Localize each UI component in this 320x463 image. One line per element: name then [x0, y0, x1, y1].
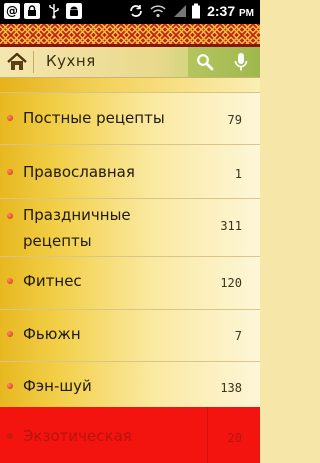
list-item-count: 311	[220, 219, 242, 233]
clock-suffix: PM	[239, 8, 254, 19]
bullet-icon	[7, 213, 13, 219]
list-item[interactable]: Праздничные рецепты 311	[0, 199, 260, 257]
lock-icon	[24, 3, 40, 19]
signal-icon	[172, 3, 188, 19]
sync-icon	[128, 3, 144, 19]
clock: 2:37 PM	[207, 3, 254, 19]
list-item-count: 120	[220, 276, 242, 290]
action-bar: Кухня	[0, 47, 260, 78]
battery-icon	[188, 3, 204, 19]
list-item-label: Постные рецепты	[23, 109, 165, 127]
bullet-icon	[7, 433, 13, 439]
list-item-count: 20	[227, 431, 242, 445]
bullet-icon	[7, 115, 13, 121]
bullet-icon	[7, 278, 13, 284]
list-item[interactable]: Постные рецепты 79	[0, 93, 260, 145]
list-item-count: 79	[227, 113, 242, 127]
list-item-label: Экзотическая	[23, 427, 132, 445]
bullet-icon	[7, 331, 13, 337]
status-bar: @ 2:37 PM	[0, 0, 260, 24]
usb-icon	[46, 3, 62, 19]
home-button[interactable]	[4, 50, 30, 74]
selected-row-divider	[207, 407, 208, 463]
list-item-label: Фитнес	[23, 272, 82, 290]
list-top-edge	[0, 78, 260, 93]
clock-time: 2:37	[207, 3, 236, 19]
list-item-count: 1	[234, 167, 242, 181]
at-sign-icon: @	[4, 3, 20, 19]
home-icon	[7, 52, 27, 70]
list-item-count: 138	[220, 381, 242, 395]
list-item[interactable]: Фитнес 120	[0, 257, 260, 310]
search-icon	[197, 54, 214, 71]
list-item[interactable]: Фьюжн 7	[0, 310, 260, 362]
action-bar-divider	[33, 51, 34, 73]
search-button[interactable]	[193, 50, 217, 74]
bullet-icon	[7, 169, 13, 175]
list-item-label: Праздничные рецепты	[23, 206, 131, 250]
android-icon	[66, 3, 82, 19]
voice-search-button[interactable]	[229, 50, 253, 74]
category-list: Постные рецепты 79 Православная 1 Праздн…	[0, 78, 260, 463]
list-item[interactable]: Православная 1	[0, 145, 260, 199]
bullet-icon	[7, 383, 13, 389]
microphone-icon	[234, 53, 248, 71]
wifi-icon	[150, 3, 166, 19]
ornament-banner	[0, 24, 260, 46]
list-item-label: Фьюжн	[23, 325, 81, 343]
list-item-label: Православная	[23, 163, 135, 181]
list-item-count: 7	[234, 329, 242, 343]
list-item-label: Фэн-шуй	[23, 377, 92, 395]
page-title: Кухня	[46, 52, 96, 70]
list-item-selected[interactable]: Экзотическая 20	[0, 407, 260, 463]
